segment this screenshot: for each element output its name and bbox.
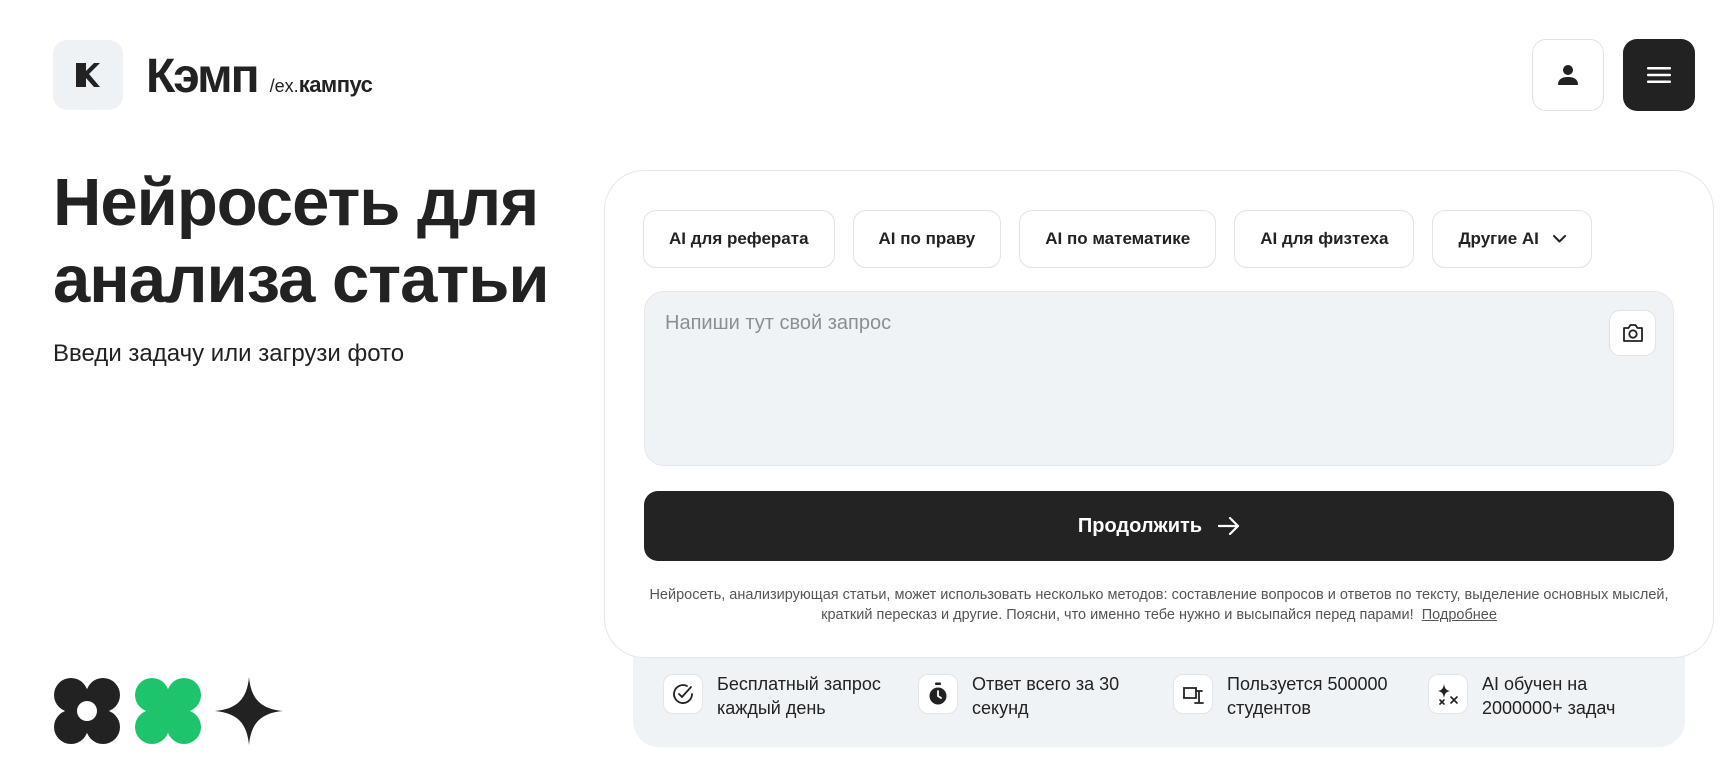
chip-ai-referat[interactable]: AI для реферата <box>643 210 835 268</box>
page-subtitle: Введи задачу или загрузи фото <box>53 340 405 367</box>
page-title: Нейросеть для анализа статьи <box>53 165 550 317</box>
logo-mark[interactable] <box>53 40 123 110</box>
black-flower-icon <box>54 678 120 744</box>
query-input[interactable] <box>645 292 1673 465</box>
feature-item: Ответ всего за 30 секунд <box>918 672 1152 720</box>
feature-item: AI обучен на 2000000+ задач <box>1428 672 1662 720</box>
brand-former-name: /ex. кампус <box>270 72 373 98</box>
brand-old-name: кампус <box>298 72 373 97</box>
chip-ai-law[interactable]: AI по праву <box>852 210 1002 268</box>
stopwatch-icon <box>918 674 958 714</box>
query-field-wrapper <box>644 291 1674 466</box>
note-text: Нейросеть, анализирующая статьи, может и… <box>649 587 1669 623</box>
decorative-shapes <box>53 677 283 745</box>
chip-label: AI для физтеха <box>1260 229 1389 248</box>
ai-category-chips: AI для реферата AI по праву AI по матема… <box>643 210 1592 268</box>
feature-item: Бесплатный запрос каждый день <box>663 672 897 720</box>
brand-ex-label: /ex. <box>269 76 299 96</box>
chip-label: Другие AI <box>1458 229 1539 248</box>
chip-label: AI для реферата <box>669 229 809 248</box>
menu-button[interactable] <box>1623 39 1695 111</box>
query-card: AI для реферата AI по праву AI по матема… <box>604 170 1714 658</box>
k-logo-icon <box>76 63 100 87</box>
learn-more-link[interactable]: Подробнее <box>1422 607 1497 623</box>
feature-text: Пользуется 500000 студентов <box>1227 674 1388 718</box>
user-icon <box>1558 65 1578 85</box>
other-ai-dropdown[interactable]: Другие AI <box>1432 210 1592 268</box>
description-note: Нейросеть, анализирующая статьи, может и… <box>644 585 1674 625</box>
arrow-right-icon <box>1218 517 1240 535</box>
check-circle-icon <box>663 674 703 714</box>
feature-text: Ответ всего за 30 секунд <box>972 674 1120 718</box>
continue-label: Продолжить <box>1077 514 1203 537</box>
brand-logo[interactable]: Кэмп /ex. кампус <box>146 49 373 104</box>
upload-photo-button[interactable] <box>1609 310 1656 356</box>
chip-ai-math[interactable]: AI по математике <box>1019 210 1217 268</box>
feature-text: AI обучен на 2000000+ задач <box>1482 674 1616 718</box>
chip-label: AI по математике <box>1045 229 1191 248</box>
brand-name: Кэмп <box>146 50 260 103</box>
camera-icon <box>1622 324 1643 342</box>
chevron-down-icon <box>1552 235 1566 243</box>
features-strip: Бесплатный запрос каждый день Ответ всег… <box>633 645 1685 747</box>
green-clover-icon <box>135 678 201 744</box>
hamburger-icon <box>1647 67 1671 83</box>
chip-label: AI по праву <box>878 229 976 248</box>
sparkles-icon <box>1428 674 1468 714</box>
black-star-icon <box>215 677 283 745</box>
feature-item: Пользуется 500000 студентов <box>1173 672 1407 720</box>
chip-ai-phystech[interactable]: AI для физтеха <box>1234 210 1415 268</box>
profile-button[interactable] <box>1532 39 1604 111</box>
continue-button[interactable]: Продолжить <box>644 491 1674 561</box>
feature-text: Бесплатный запрос каждый день <box>717 674 881 718</box>
students-icon <box>1173 674 1213 714</box>
